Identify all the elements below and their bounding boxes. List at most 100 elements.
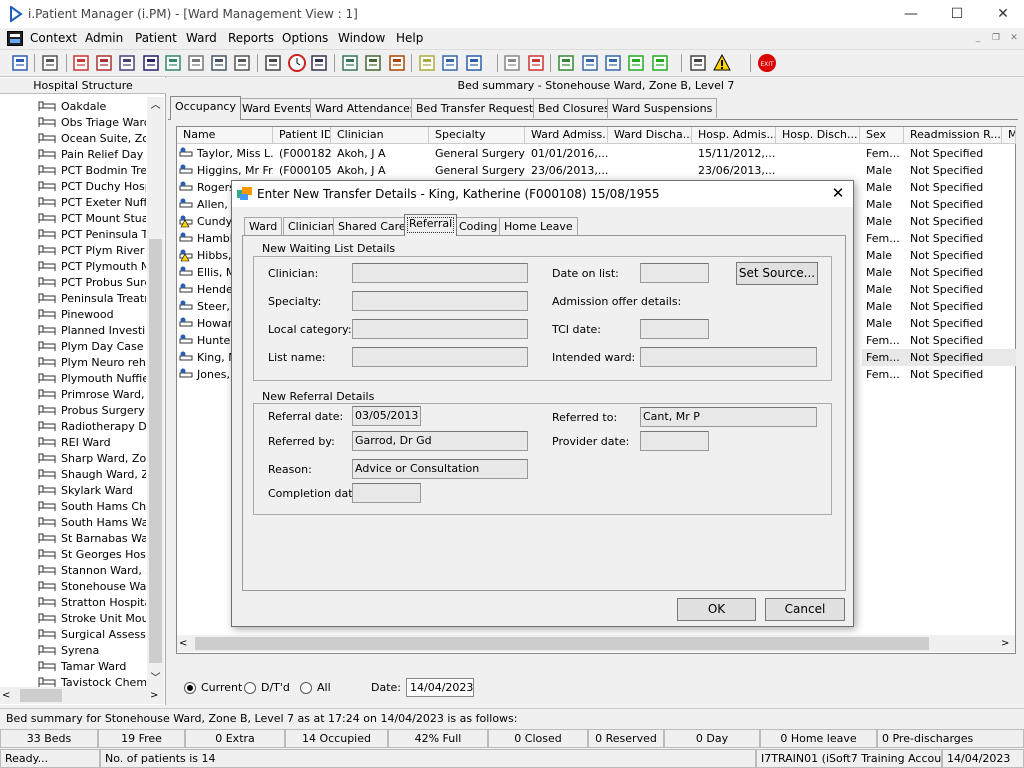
tree-item[interactable]: Obs Triage Ward bbox=[38, 114, 146, 130]
specialty-field[interactable] bbox=[352, 291, 528, 311]
set-source-button[interactable]: Set Source... bbox=[736, 262, 818, 285]
grid-scroll-right-icon[interactable]: > bbox=[1001, 635, 1015, 652]
tree-item[interactable]: Probus Surgery V bbox=[38, 402, 146, 418]
patient-transfer-icon[interactable] bbox=[464, 53, 484, 73]
tree-item[interactable]: Planned Investig bbox=[38, 322, 146, 338]
bed-icon[interactable] bbox=[440, 53, 460, 73]
tab-ward-events[interactable]: Ward Events bbox=[237, 98, 316, 118]
grid-horizontal-scrollbar[interactable]: < > bbox=[177, 635, 1015, 652]
provider-date-field[interactable] bbox=[640, 431, 709, 451]
clinician-field[interactable] bbox=[352, 263, 528, 283]
document-icon[interactable] bbox=[502, 53, 522, 73]
menu-context[interactable]: Context bbox=[30, 31, 77, 45]
tree-item[interactable]: South Hams War bbox=[38, 514, 146, 530]
grid-scroll-left-icon[interactable]: < bbox=[179, 635, 193, 652]
menu-window[interactable]: Window bbox=[338, 31, 385, 45]
disc-icon[interactable] bbox=[387, 53, 407, 73]
referred-to-field[interactable]: Cant, Mr P bbox=[640, 407, 817, 427]
tree-item[interactable]: PCT Plymouth Nu bbox=[38, 258, 146, 274]
ambulance-icon[interactable] bbox=[209, 53, 229, 73]
mdi-restore-button[interactable]: ❐ bbox=[989, 33, 1003, 45]
reason-field[interactable]: Advice or Consultation bbox=[352, 459, 528, 479]
card-edit-icon[interactable] bbox=[363, 53, 383, 73]
notes-icon[interactable] bbox=[417, 53, 437, 73]
referred-by-field[interactable]: Garrod, Dr Gd bbox=[352, 431, 528, 451]
radio-current[interactable] bbox=[184, 682, 196, 694]
radio-all[interactable] bbox=[300, 682, 312, 694]
book-red-icon[interactable] bbox=[71, 53, 91, 73]
tree-item[interactable]: Peninsula Treatm bbox=[38, 290, 146, 306]
cancel-button[interactable]: Cancel bbox=[765, 598, 845, 621]
check-edit-icon[interactable] bbox=[603, 53, 623, 73]
date-input[interactable]: 14/04/2023 bbox=[406, 678, 474, 697]
menu-patient[interactable]: Patient bbox=[135, 31, 177, 45]
tree-item[interactable]: Radiotherapy Day bbox=[38, 418, 146, 434]
tree-item[interactable]: Pinewood bbox=[38, 306, 146, 322]
search-doc-icon[interactable] bbox=[263, 53, 283, 73]
menu-ward[interactable]: Ward bbox=[186, 31, 217, 45]
patient-icon[interactable] bbox=[163, 53, 183, 73]
tree-item[interactable]: Syrena bbox=[38, 642, 146, 658]
notepad-icon[interactable] bbox=[186, 53, 206, 73]
menu-help[interactable]: Help bbox=[396, 31, 423, 45]
dtab-home-leave[interactable]: Home Leave bbox=[499, 217, 578, 235]
menu-reports[interactable]: Reports bbox=[228, 31, 274, 45]
local-category-field[interactable] bbox=[352, 319, 528, 339]
user-icon[interactable] bbox=[10, 53, 30, 73]
mdi-close-button[interactable]: ✕ bbox=[1007, 33, 1021, 45]
tree-item[interactable]: Surgical Assessm bbox=[38, 626, 146, 642]
clock-icon[interactable] bbox=[287, 53, 307, 73]
warning-icon[interactable] bbox=[712, 53, 732, 73]
dtab-ward[interactable]: Ward bbox=[244, 217, 283, 235]
column-header[interactable]: M bbox=[1002, 127, 1016, 144]
check-list-icon[interactable] bbox=[580, 53, 600, 73]
exit-icon[interactable]: EXIT bbox=[757, 53, 777, 73]
tree-item[interactable]: Pain Relief Day C bbox=[38, 146, 146, 162]
arrow-refresh-icon[interactable] bbox=[650, 53, 670, 73]
tree-hscroll-thumb[interactable] bbox=[20, 689, 62, 702]
tree-item[interactable]: Plymouth Nuffield bbox=[38, 370, 146, 386]
mdi-child-icon[interactable] bbox=[7, 31, 23, 46]
column-header[interactable]: Readmission R... bbox=[904, 127, 1002, 144]
scroll-up-icon[interactable]: ︿ bbox=[147, 97, 164, 114]
referral-date-field[interactable]: 03/05/2013 bbox=[352, 406, 421, 426]
card-icon[interactable] bbox=[340, 53, 360, 73]
tools-icon[interactable] bbox=[688, 53, 708, 73]
tree-item[interactable]: PCT Duchy Hosp bbox=[38, 178, 146, 194]
book-edit-icon[interactable] bbox=[94, 53, 114, 73]
tree-item[interactable]: Plym Day Case U bbox=[38, 338, 146, 354]
globe-icon[interactable] bbox=[556, 53, 576, 73]
scroll-left-icon[interactable]: < bbox=[2, 687, 16, 704]
tree-item[interactable]: Shaugh Ward, Zo bbox=[38, 466, 146, 482]
dtab-referral[interactable]: Referral bbox=[404, 214, 458, 236]
printer-icon[interactable] bbox=[40, 53, 60, 73]
chart-icon[interactable] bbox=[526, 53, 546, 73]
tree-item[interactable]: PCT Bodmin Trea bbox=[38, 162, 146, 178]
tree-item[interactable]: PCT Mount Stuar bbox=[38, 210, 146, 226]
close-window-button[interactable]: ✕ bbox=[980, 0, 1024, 28]
tree-vertical-scrollbar[interactable]: ︿ ﹀ bbox=[147, 97, 164, 687]
tree-scroll-thumb[interactable] bbox=[149, 239, 162, 663]
medical-m-icon[interactable] bbox=[141, 53, 161, 73]
tree-item[interactable]: Stroke Unit Mour bbox=[38, 610, 146, 626]
column-header[interactable]: Clinician bbox=[331, 127, 429, 144]
menu-options[interactable]: Options bbox=[282, 31, 328, 45]
tree-item[interactable]: PCT Peninsula Tr bbox=[38, 226, 146, 242]
tree-item[interactable]: PCT Probus Surg bbox=[38, 274, 146, 290]
list-name-field[interactable] bbox=[352, 347, 528, 367]
grid-hscroll-thumb[interactable] bbox=[195, 637, 929, 650]
tree-item[interactable]: PCT Exeter Nuffie bbox=[38, 194, 146, 210]
document-list-icon[interactable] bbox=[117, 53, 137, 73]
scroll-right-icon[interactable]: > bbox=[150, 687, 164, 704]
dtab-coding[interactable]: Coding bbox=[454, 217, 503, 235]
tab-bed-transfer-requests[interactable]: Bed Transfer Requests bbox=[411, 98, 544, 118]
tree-item[interactable]: Stonehouse Ward bbox=[38, 578, 146, 594]
monitor-icon[interactable] bbox=[309, 53, 329, 73]
tree-item[interactable]: St Barnabas War bbox=[38, 530, 146, 546]
tree-item[interactable]: PCT Plym River F bbox=[38, 242, 146, 258]
column-header[interactable]: Ward Admiss... bbox=[525, 127, 608, 144]
dtab-clinician[interactable]: Clinician bbox=[283, 217, 340, 235]
radio-dtd[interactable] bbox=[244, 682, 256, 694]
column-header[interactable]: Hosp. Disch... bbox=[776, 127, 860, 144]
intended-ward-field[interactable] bbox=[640, 347, 817, 367]
